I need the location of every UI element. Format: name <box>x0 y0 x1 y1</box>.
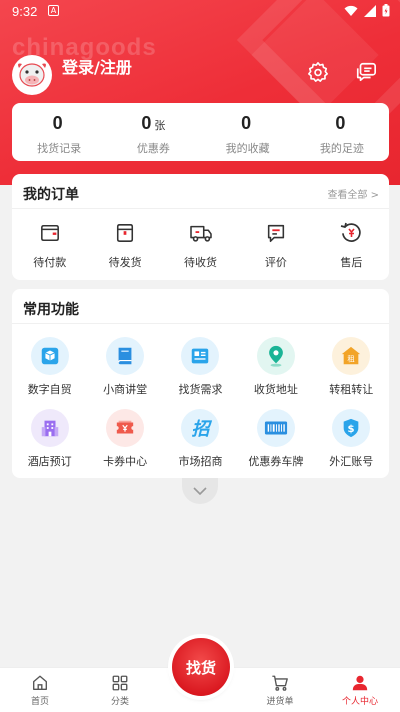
expand-button[interactable] <box>182 478 218 504</box>
user-icon <box>352 675 368 691</box>
signal-icon <box>364 4 376 17</box>
chevron-down-icon <box>193 487 207 495</box>
location-icon <box>268 345 283 367</box>
dollar-icon: $ <box>343 418 359 438</box>
common-functions-card: 常用功能 数字自贸 小商讲堂 找货需求 收货地址 租 转租转让 酒店预订 卡券中… <box>12 289 389 478</box>
gear-icon <box>308 62 328 82</box>
barcode-icon <box>264 421 287 435</box>
tab-label: 分类 <box>110 697 129 707</box>
func-merchant-class[interactable]: 小商讲堂 <box>87 337 162 409</box>
func-sublet-transfer[interactable]: 租 转租转让 <box>314 337 389 409</box>
orders-title: 我的订单 <box>23 187 79 203</box>
stats-card: 0 找货记录 0张 优惠券 0 我的收藏 0 我的足迹 <box>12 103 389 161</box>
cube-icon <box>41 347 58 365</box>
order-label: 待收货 <box>184 256 218 269</box>
func-market-recruitment[interactable]: 招 市场招商 <box>163 409 238 481</box>
order-status-row: 待付款 待发货 待收货 评价 售后 <box>12 221 389 270</box>
stat-search-history[interactable]: 0 找货记录 <box>12 103 106 161</box>
cart-icon <box>272 675 288 691</box>
notification-icon: A <box>48 5 59 16</box>
order-label: 售后 <box>340 256 363 269</box>
svg-text:$: $ <box>348 424 355 435</box>
chat-icon <box>356 62 376 82</box>
func-hotel-booking[interactable]: 酒店预订 <box>12 409 87 481</box>
package-icon <box>117 224 134 242</box>
tab-purchase-list[interactable]: 进货单 <box>240 668 320 712</box>
divider <box>12 208 389 209</box>
find-goods-button[interactable]: 找货 <box>172 638 230 696</box>
order-pending-shipment[interactable]: 待发货 <box>87 221 162 270</box>
mascot-icon <box>18 63 46 87</box>
func-label: 收货地址 <box>253 383 298 396</box>
refund-icon <box>341 222 361 242</box>
func-label: 优惠券车牌 <box>248 455 304 468</box>
func-label: 卡券中心 <box>103 455 148 468</box>
stat-unit: 张 <box>154 119 166 132</box>
func-label: 数字自贸 <box>27 383 72 396</box>
order-after-sales[interactable]: 售后 <box>314 221 389 270</box>
book-icon <box>118 347 132 365</box>
ticket-icon <box>116 420 134 434</box>
stat-value: 0 <box>335 113 346 133</box>
wifi-icon <box>344 5 358 16</box>
order-label: 待付款 <box>33 256 67 269</box>
home-icon <box>33 675 47 690</box>
tab-label: 个人中心 <box>341 697 378 707</box>
func-sourcing-request[interactable]: 找货需求 <box>163 337 238 409</box>
view-all-orders-link[interactable]: 查看全部 > <box>327 186 379 201</box>
comment-icon <box>267 224 285 243</box>
hotel-icon <box>41 420 58 437</box>
order-pending-payment[interactable]: 待付款 <box>12 221 87 270</box>
login-register-link[interactable]: 登录/注册 <box>62 54 132 78</box>
stat-value: 0 <box>241 113 252 133</box>
stat-favorites[interactable]: 0 我的收藏 <box>201 103 295 161</box>
func-label: 转租转让 <box>329 383 374 396</box>
status-time: 9:32 <box>12 4 38 19</box>
recruit-icon: 招 <box>191 419 210 440</box>
order-label: 待发货 <box>108 256 142 269</box>
func-forex-account[interactable]: $ 外汇账号 <box>314 409 389 481</box>
stat-footprints[interactable]: 0 我的足迹 <box>295 103 389 161</box>
status-indicators <box>344 4 390 17</box>
truck-icon <box>189 225 212 242</box>
order-review[interactable]: 评价 <box>238 221 313 270</box>
functions-title: 常用功能 <box>23 302 79 318</box>
func-coupon-center[interactable]: 卡券中心 <box>87 409 162 481</box>
order-label: 评价 <box>264 256 287 269</box>
settings-button[interactable] <box>305 59 331 85</box>
func-label: 市场招商 <box>178 455 223 468</box>
shop-icon-glyph: 租 <box>348 355 356 364</box>
stat-label: 找货记录 <box>37 142 82 155</box>
stat-coupons[interactable]: 0张 优惠券 <box>106 103 200 161</box>
tab-label: 首页 <box>30 697 49 707</box>
messages-button[interactable] <box>353 59 379 85</box>
grid-icon <box>112 675 128 691</box>
status-bar: 9:32 A <box>0 0 400 24</box>
divider <box>12 323 389 324</box>
wallet-icon <box>40 224 59 242</box>
stat-label: 我的收藏 <box>225 142 270 155</box>
tab-profile[interactable]: 个人中心 <box>320 668 400 712</box>
functions-grid: 数字自贸 小商讲堂 找货需求 收货地址 租 转租转让 酒店预订 卡券中心 招 市… <box>12 337 389 481</box>
func-coupon-plate[interactable]: 优惠券车牌 <box>238 409 313 481</box>
stat-label: 我的足迹 <box>319 142 364 155</box>
tab-home[interactable]: 首页 <box>0 668 80 712</box>
my-orders-card: 我的订单 查看全部 > 待付款 待发货 待收货 评价 售后 <box>12 174 389 280</box>
avatar[interactable] <box>12 55 52 95</box>
order-pending-receipt[interactable]: 待收货 <box>163 221 238 270</box>
func-label: 找货需求 <box>178 383 223 396</box>
document-icon <box>192 348 209 364</box>
func-shipping-address[interactable]: 收货地址 <box>238 337 313 409</box>
stat-label: 优惠券 <box>136 142 170 155</box>
func-digital-trade[interactable]: 数字自贸 <box>12 337 87 409</box>
stat-value: 0 <box>52 113 63 133</box>
shop-icon: 租 <box>342 346 361 365</box>
tab-label: 进货单 <box>266 697 294 707</box>
tab-categories[interactable]: 分类 <box>80 668 160 712</box>
func-label: 小商讲堂 <box>103 383 148 396</box>
stat-value: 0 <box>141 113 152 133</box>
func-label: 外汇账号 <box>329 455 374 468</box>
func-label: 酒店预订 <box>27 455 72 468</box>
battery-icon <box>382 4 390 17</box>
